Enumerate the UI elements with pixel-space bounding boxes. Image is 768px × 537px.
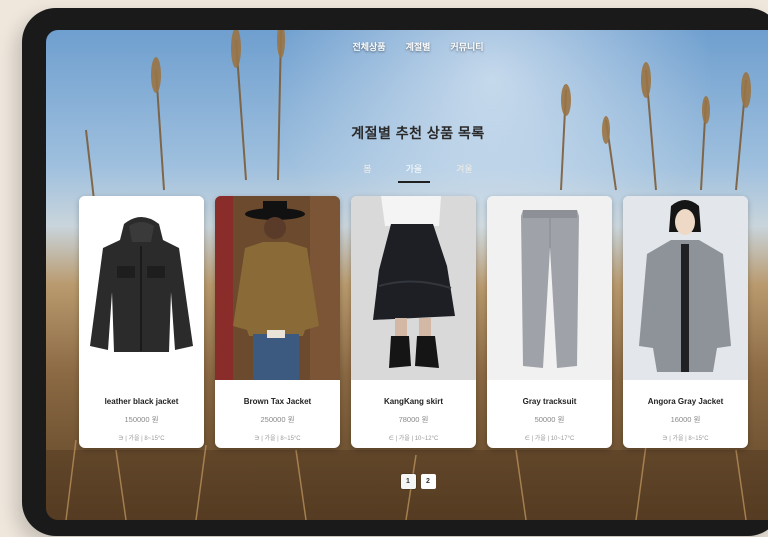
screen: 전체상품 계절별 커뮤니티 계절별 추천 상품 목록 봄 가을 겨울 leath… (46, 30, 768, 520)
tab-winter[interactable]: 겨울 (456, 162, 473, 183)
nav-all-products[interactable]: 전체상품 (352, 40, 385, 53)
top-nav: 전체상품 계절별 커뮤니티 (46, 40, 768, 53)
product-meta: ∋ | 가을 | 8~15°C (254, 436, 301, 442)
page-button-2[interactable]: 2 (420, 474, 436, 489)
product-name: Gray tracksuit (522, 397, 577, 406)
product-price: 16000 원 (670, 415, 701, 424)
product-meta: ∈ | 가을 | 10~17°C (524, 436, 575, 442)
product-meta: ∋ | 가을 | 8~15°C (118, 436, 165, 442)
product-price: 250000 원 (260, 415, 295, 424)
page-button-1[interactable]: 1 (400, 474, 416, 489)
product-meta: ∋ | 가을 | 8~15°C (662, 436, 709, 442)
product-name: Brown Tax Jacket (243, 397, 312, 406)
product-card[interactable]: Angora Gray Jacket 16000 원 ∋ | 가을 | 8~15… (623, 196, 748, 448)
product-price: 150000 원 (124, 415, 159, 424)
product-name: Angora Gray Jacket (647, 397, 724, 406)
pagination: 1 2 (46, 474, 768, 489)
product-name: leather black jacket (104, 397, 179, 406)
product-image (487, 196, 612, 380)
page-title: 계절별 추천 상품 목록 (351, 125, 485, 141)
product-price: 50000 원 (534, 415, 565, 424)
product-price: 78000 원 (398, 415, 429, 424)
tab-autumn[interactable]: 가을 (397, 162, 431, 183)
season-tabs: 봄 가을 겨울 (46, 162, 768, 183)
product-image (215, 196, 340, 380)
nav-seasonal[interactable]: 계절별 (406, 40, 431, 53)
nav-community[interactable]: 커뮤니티 (450, 40, 483, 53)
product-card[interactable]: Brown Tax Jacket 250000 원 ∋ | 가을 | 8~15°… (215, 196, 340, 448)
product-card[interactable]: Gray tracksuit 50000 원 ∈ | 가을 | 10~17°C (487, 196, 612, 448)
product-image (79, 196, 204, 380)
product-meta: ∈ | 가을 | 10~12°C (388, 436, 439, 442)
tab-spring[interactable]: 봄 (363, 162, 371, 183)
product-card[interactable]: KangKang skirt 78000 원 ∈ | 가을 | 10~12°C (351, 196, 476, 448)
product-card[interactable]: leather black jacket 150000 원 ∋ | 가을 | 8… (79, 196, 204, 448)
product-name: KangKang skirt (383, 397, 444, 406)
product-image (623, 196, 748, 380)
product-list: leather black jacket 150000 원 ∋ | 가을 | 8… (79, 196, 768, 448)
tablet-device: 전체상품 계절별 커뮤니티 계절별 추천 상품 목록 봄 가을 겨울 leath… (22, 8, 768, 536)
product-image (351, 196, 476, 380)
